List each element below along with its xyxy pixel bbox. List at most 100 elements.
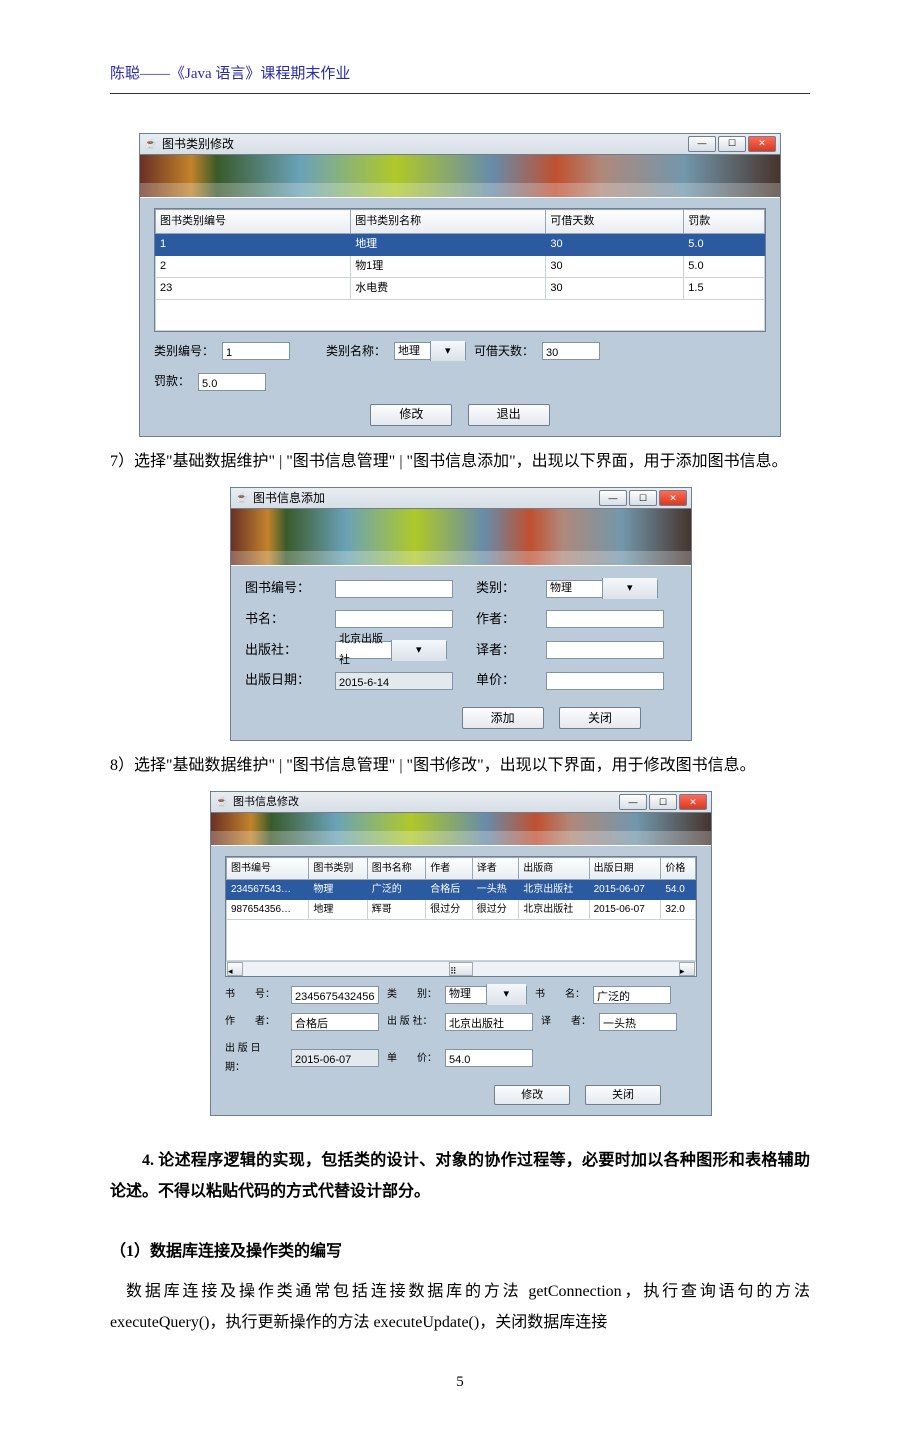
window-book-info-modify: ☕ 图书信息修改 — ☐ ✕ 图书编号 图书类别 图书名称 作者 译者 出版商: [210, 791, 712, 1116]
titlebar[interactable]: ☕ 图书类别修改 — ☐ ✕: [140, 134, 780, 155]
maximize-icon[interactable]: ☐: [629, 490, 657, 506]
input-translator[interactable]: 一头热: [599, 1013, 677, 1031]
label-borrow-days: 可借天数：: [474, 340, 534, 363]
combo-category[interactable]: 物理 ▾: [546, 580, 658, 598]
label-category-name: 类别名称：: [326, 340, 386, 363]
modify-button[interactable]: 修改: [370, 404, 452, 426]
col-header[interactable]: 出版日期: [589, 858, 661, 880]
label-price: 单价：: [476, 668, 536, 693]
col-header[interactable]: 图书类别名称: [351, 210, 546, 234]
cell: 物理: [309, 880, 367, 900]
cell: 5.0: [684, 255, 765, 277]
col-header[interactable]: 图书类别: [309, 858, 367, 880]
chevron-down-icon[interactable]: ▾: [486, 984, 527, 1005]
table-row[interactable]: 987654356… 地理 辉哥 很过分 很过分 北京出版社 2015-06-0…: [227, 900, 696, 920]
banner-image: [140, 155, 780, 198]
banner-image: [231, 509, 691, 566]
input-price[interactable]: [546, 672, 664, 690]
section-heading: 4. 论述程序逻辑的实现，包括类的设计、对象的协作过程等，必要时加以各种图形和表…: [110, 1146, 810, 1207]
cell: 1: [156, 233, 351, 255]
input-price[interactable]: 54.0: [445, 1049, 533, 1067]
input-translator[interactable]: [546, 641, 664, 659]
col-header[interactable]: 价格: [661, 858, 696, 880]
col-header[interactable]: 图书名称: [367, 858, 425, 880]
minimize-icon[interactable]: —: [688, 136, 716, 152]
cell: 54.0: [661, 880, 696, 900]
body-text: 7）选择"基础数据维护" | "图书信息管理" | "图书信息添加"，出现以下界…: [110, 447, 810, 477]
maximize-icon[interactable]: ☐: [718, 136, 746, 152]
label-publisher: 出 版 社：: [387, 1012, 437, 1031]
label-category: 类 别：: [387, 985, 437, 1004]
cell: 合格后: [426, 880, 473, 900]
scroll-right-icon[interactable]: ▸: [679, 962, 695, 976]
combo-value: 物理: [446, 984, 486, 1005]
input-fine[interactable]: 5.0: [198, 373, 266, 391]
label-category: 类别：: [476, 576, 536, 601]
input-publisher[interactable]: 北京出版社: [445, 1013, 533, 1031]
category-table[interactable]: 图书类别编号 图书类别名称 可借天数 罚款 1 地理 30 5.0 2 物1理: [155, 209, 765, 331]
col-header[interactable]: 译者: [472, 858, 519, 880]
cell: 物1理: [351, 255, 546, 277]
input-author[interactable]: [546, 610, 664, 628]
col-header[interactable]: 可借天数: [546, 210, 684, 234]
close-button[interactable]: 关闭: [585, 1085, 661, 1105]
table-row[interactable]: 2 物1理 30 5.0: [156, 255, 765, 277]
cell: 地理: [309, 900, 367, 920]
table-row[interactable]: 1 地理 30 5.0: [156, 233, 765, 255]
input-pubdate[interactable]: 2015-6-14: [335, 672, 453, 690]
body-text: 数据库连接及操作类通常包括连接数据库的方法 getConnection，执行查询…: [110, 1277, 810, 1338]
chevron-down-icon[interactable]: ▾: [602, 578, 658, 599]
exit-button[interactable]: 退出: [468, 404, 550, 426]
close-icon[interactable]: ✕: [679, 794, 707, 810]
input-pubdate[interactable]: 2015-06-07: [291, 1049, 379, 1067]
input-category-id[interactable]: 1: [222, 342, 290, 360]
minimize-icon[interactable]: —: [619, 794, 647, 810]
close-icon[interactable]: ✕: [748, 136, 776, 152]
col-header[interactable]: 出版商: [519, 858, 589, 880]
titlebar[interactable]: ☕ 图书信息添加 — ☐ ✕: [231, 488, 691, 509]
java-icon: ☕: [144, 137, 158, 151]
chevron-down-icon[interactable]: ▾: [391, 640, 447, 661]
input-bookname[interactable]: 广泛的: [593, 986, 671, 1004]
table-row[interactable]: 234567543… 物理 广泛的 合格后 一头热 北京出版社 2015-06-…: [227, 880, 696, 900]
cell: 2015-06-07: [589, 900, 661, 920]
input-isbn[interactable]: [335, 580, 453, 598]
titlebar[interactable]: ☕ 图书信息修改 — ☐ ✕: [211, 792, 711, 813]
label-isbn: 图书编号：: [245, 576, 325, 601]
cell: 水电费: [351, 277, 546, 299]
col-header[interactable]: 图书类别编号: [156, 210, 351, 234]
combo-publisher[interactable]: 北京出版社 ▾: [335, 641, 447, 659]
input-author[interactable]: 合格后: [291, 1013, 379, 1031]
cell: 30: [546, 233, 684, 255]
page-header: 陈聪——《Java 语言》课程期末作业: [110, 66, 350, 82]
java-icon: ☕: [235, 491, 249, 505]
modify-button[interactable]: 修改: [494, 1085, 570, 1105]
combo-category-name[interactable]: 地理 ▾: [394, 342, 466, 360]
input-bookname[interactable]: [335, 610, 453, 628]
input-isbn[interactable]: 2345675432456: [291, 986, 379, 1004]
scroll-thumb[interactable]: ⠿: [449, 962, 473, 976]
label-price: 单 价：: [387, 1049, 437, 1068]
minimize-icon[interactable]: —: [599, 490, 627, 506]
col-header[interactable]: 作者: [426, 858, 473, 880]
chevron-down-icon[interactable]: ▾: [430, 341, 466, 362]
close-icon[interactable]: ✕: [659, 490, 687, 506]
horizontal-scrollbar[interactable]: ◂ ⠿ ▸: [226, 961, 696, 976]
cell: 2015-06-07: [589, 880, 661, 900]
cell: 辉哥: [367, 900, 425, 920]
label-author: 作 者：: [225, 1012, 283, 1031]
book-table[interactable]: 图书编号 图书类别 图书名称 作者 译者 出版商 出版日期 价格 2345675…: [226, 857, 696, 961]
add-button[interactable]: 添加: [462, 707, 544, 729]
close-button[interactable]: 关闭: [559, 707, 641, 729]
maximize-icon[interactable]: ☐: [649, 794, 677, 810]
col-header[interactable]: 罚款: [684, 210, 765, 234]
combo-category[interactable]: 物理 ▾: [445, 986, 527, 1004]
cell: 987654356…: [227, 900, 309, 920]
input-borrow-days[interactable]: 30: [542, 342, 600, 360]
col-header[interactable]: 图书编号: [227, 858, 309, 880]
window-title: 图书信息修改: [233, 792, 299, 813]
scroll-left-icon[interactable]: ◂: [227, 962, 243, 976]
table-row[interactable]: 23 水电费 30 1.5: [156, 277, 765, 299]
label-pubdate: 出版日期：: [245, 668, 325, 693]
cell: 北京出版社: [519, 880, 589, 900]
